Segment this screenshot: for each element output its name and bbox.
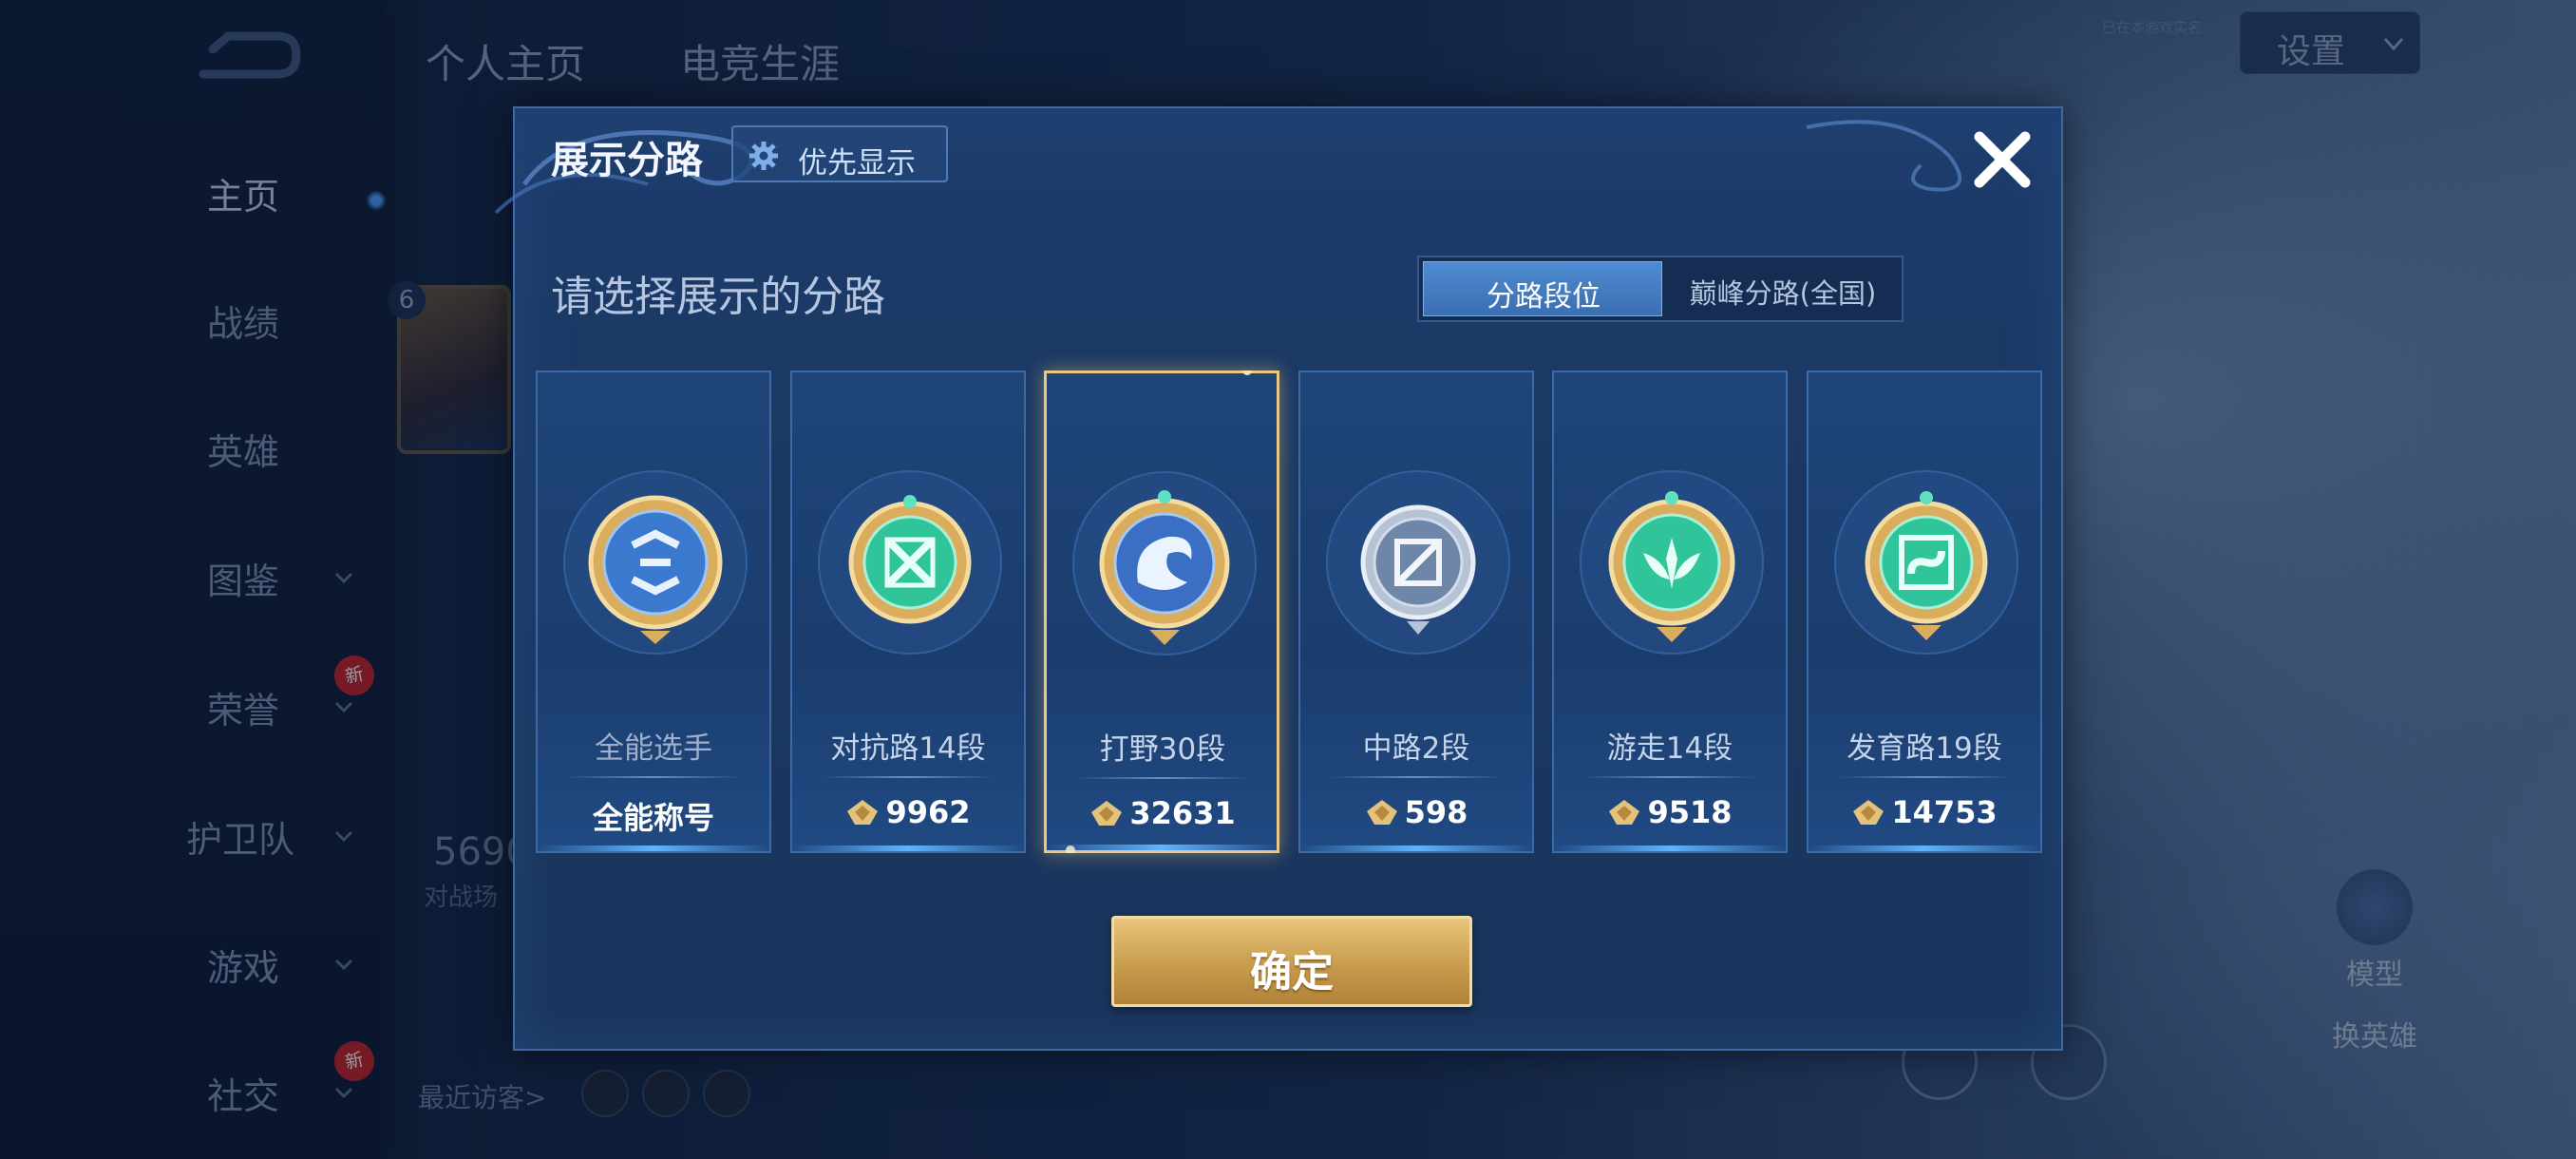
divider xyxy=(1582,776,1757,778)
divider xyxy=(566,776,741,778)
divider xyxy=(1329,776,1504,778)
segment-peak-lane[interactable]: 巅峰分路(全国) xyxy=(1666,261,1900,316)
roam-emblem-icon xyxy=(1580,470,1764,655)
clash-lane-emblem-icon xyxy=(818,470,1002,655)
all-round-emblem-icon xyxy=(563,470,748,655)
farm-lane-emblem-icon xyxy=(1834,470,2018,655)
jungle-emblem-icon xyxy=(1072,471,1257,656)
lane-card-jungle[interactable]: 打野30段 32631 xyxy=(1044,370,1279,853)
close-icon[interactable] xyxy=(1966,124,2038,196)
lane-score-value: 14753 xyxy=(1891,794,1998,830)
rank-points-icon xyxy=(1853,800,1885,825)
segment-label: 巅峰分路(全国) xyxy=(1689,277,1877,310)
lane-name: 对抗路14段 xyxy=(830,732,986,766)
dialog-title: 展示分路 xyxy=(551,139,703,182)
lane-score: 9518 xyxy=(1554,794,1786,830)
lane-score-value: 32631 xyxy=(1129,795,1236,831)
lane-name: 打野30段 xyxy=(1099,732,1226,767)
lane-score: 9962 xyxy=(792,794,1024,830)
divider xyxy=(1837,776,2012,778)
lane-name: 发育路19段 xyxy=(1847,732,2002,766)
lane-name: 全能选手 xyxy=(595,732,712,766)
lane-score-value: 598 xyxy=(1404,794,1468,830)
lane-card-all-round[interactable]: 全能选手 全能称号 xyxy=(536,370,771,853)
segment-lane-rank[interactable]: 分路段位 xyxy=(1423,261,1662,316)
lane-score: 32631 xyxy=(1047,795,1279,831)
lane-score-value: 9518 xyxy=(1647,794,1733,830)
divider xyxy=(821,776,995,778)
segment-label: 分路段位 xyxy=(1487,280,1601,314)
lane-name: 游走14段 xyxy=(1606,732,1733,766)
lane-score: 14753 xyxy=(1809,794,2040,830)
rank-points-icon xyxy=(1366,800,1397,825)
gear-icon xyxy=(749,142,778,170)
lane-name: 中路2段 xyxy=(1362,732,1470,766)
rank-points-icon xyxy=(847,800,879,825)
lane-score-value: 9962 xyxy=(885,794,971,830)
priority-display-button[interactable]: 优先显示 xyxy=(731,125,948,182)
lane-card-farm[interactable]: 发育路19段 14753 xyxy=(1807,370,2042,853)
lane-mode-segmented-control: 分路段位 巅峰分路(全国) xyxy=(1417,256,1904,322)
rank-points-icon xyxy=(1091,801,1123,826)
confirm-label: 确定 xyxy=(1250,948,1334,997)
lane-card-mid[interactable]: 中路2段 598 xyxy=(1298,370,1534,853)
priority-display-label: 优先显示 xyxy=(798,146,916,180)
lane-card-clash[interactable]: 对抗路14段 9962 xyxy=(790,370,1026,853)
game-screen: 个人主页 电竞生涯 已在本游戏实名 设置 6 5690 对战场 最近访客> 模型… xyxy=(0,0,2576,1159)
mid-lane-emblem-icon xyxy=(1326,470,1510,655)
lane-display-dialog: 展示分路 优先显示 请选择展示的分路 分路段位 巅峰分路(全国) 全能选手 全能… xyxy=(494,106,2063,1051)
lane-card-roam[interactable]: 游走14段 9518 xyxy=(1552,370,1788,853)
confirm-button[interactable]: 确定 xyxy=(1111,916,1472,1007)
divider xyxy=(1075,777,1250,779)
dialog-subtitle: 请选择展示的分路 xyxy=(551,273,885,321)
lane-score: 598 xyxy=(1300,794,1532,830)
rank-points-icon xyxy=(1609,800,1640,825)
lane-score: 全能称号 xyxy=(592,800,714,836)
